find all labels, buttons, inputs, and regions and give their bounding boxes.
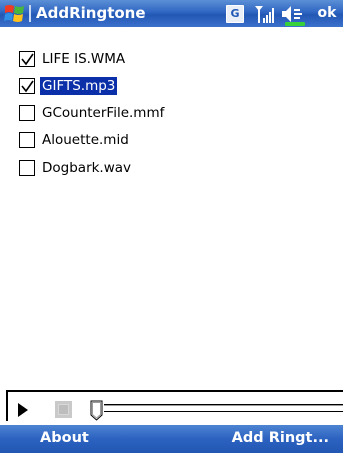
- battery-icon: [285, 22, 305, 26]
- file-name-selected[interactable]: GIFTS.mp3: [40, 77, 118, 95]
- about-softkey[interactable]: About: [40, 430, 89, 446]
- media-player-bar: [0, 386, 343, 425]
- title-separator: [29, 5, 31, 22]
- windows-start-icon[interactable]: [4, 3, 25, 24]
- checkmark-icon: [21, 80, 34, 93]
- softkey-bar: About Add Ringt...: [0, 425, 343, 453]
- file-checkbox[interactable]: [19, 78, 35, 94]
- file-checkbox[interactable]: [19, 132, 35, 148]
- file-name[interactable]: LIFE IS.WMA: [40, 50, 127, 68]
- signal-icon[interactable]: [254, 4, 276, 24]
- slider-thumb[interactable]: [90, 400, 103, 421]
- file-name[interactable]: GCounterFile.mmf: [40, 104, 166, 122]
- player-frame: [6, 390, 343, 421]
- g-badge-icon[interactable]: G: [226, 5, 244, 23]
- checkmark-icon: [21, 53, 34, 66]
- speaker-icon[interactable]: [280, 4, 304, 24]
- slider-track-top: [104, 404, 343, 405]
- file-checkbox[interactable]: [19, 51, 35, 67]
- ok-button[interactable]: ok: [312, 3, 342, 24]
- title-bar: AddRingtone G ok: [0, 0, 343, 27]
- app-title: AddRingtone: [36, 4, 146, 22]
- play-icon[interactable]: [16, 402, 30, 418]
- list-item[interactable]: GCounterFile.mmf: [19, 103, 166, 123]
- stop-icon[interactable]: [55, 401, 72, 418]
- list-item[interactable]: LIFE IS.WMA: [19, 49, 127, 69]
- add-ringtone-softkey[interactable]: Add Ringt...: [232, 430, 329, 446]
- list-item[interactable]: Dogbark.wav: [19, 158, 133, 178]
- seek-slider[interactable]: [90, 400, 343, 421]
- slider-track-bottom: [104, 411, 343, 412]
- file-name[interactable]: Dogbark.wav: [40, 159, 133, 177]
- list-item[interactable]: Alouette.mid: [19, 130, 131, 150]
- file-checkbox[interactable]: [19, 105, 35, 121]
- list-item[interactable]: GIFTS.mp3: [19, 76, 118, 96]
- file-checkbox[interactable]: [19, 160, 35, 176]
- file-name[interactable]: Alouette.mid: [40, 131, 131, 149]
